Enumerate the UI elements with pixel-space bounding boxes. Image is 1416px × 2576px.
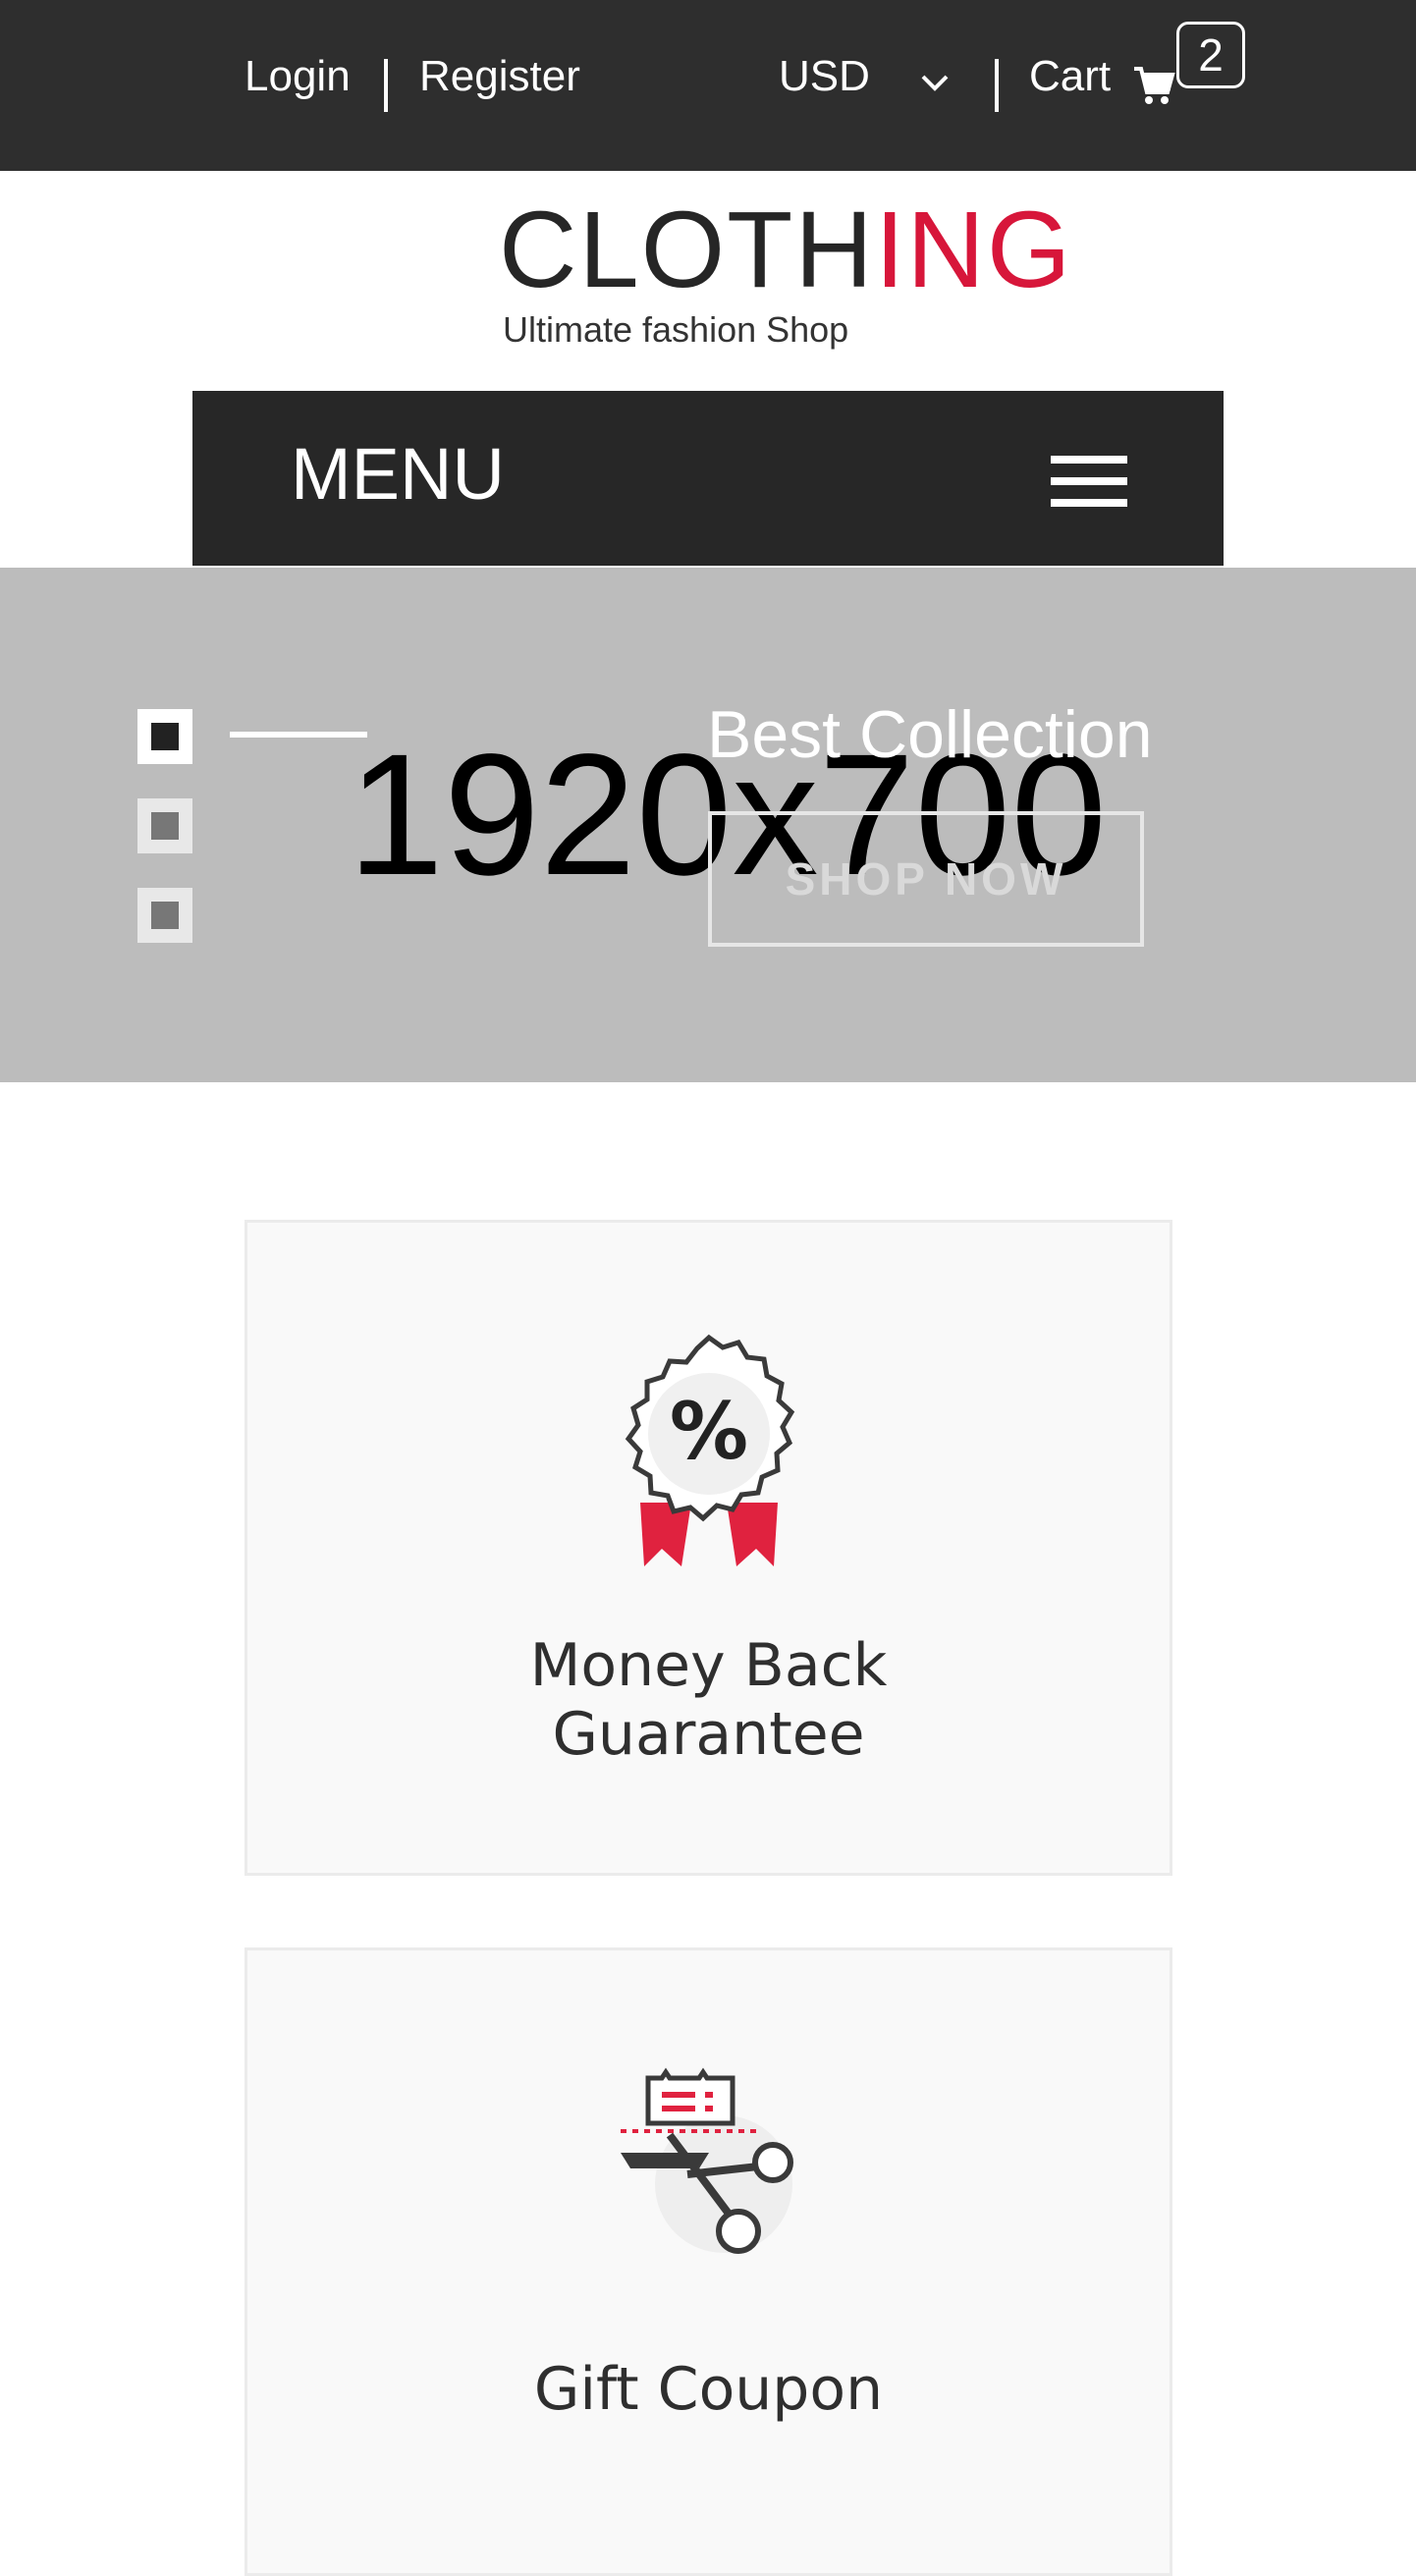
feature-card-gift-coupon: Gift Coupon — [245, 1947, 1172, 2576]
chevron-down-icon[interactable] — [919, 71, 951, 94]
slider-dot-3[interactable] — [137, 888, 192, 943]
register-link[interactable]: Register — [419, 55, 580, 98]
shop-now-button[interactable]: SHOP NOW — [708, 811, 1144, 947]
logo-tagline: Ultimate fashion Shop — [503, 309, 849, 350]
svg-text:%: % — [670, 1386, 748, 1477]
menu-label: MENU — [291, 433, 505, 515]
feature-title-line: Money Back — [529, 1631, 888, 1700]
feature-title-line: Guarantee — [552, 1700, 865, 1769]
hamburger-menu-icon[interactable] — [1051, 456, 1127, 509]
hero-divider-line — [230, 732, 367, 738]
login-link[interactable]: Login — [245, 55, 351, 98]
currency-select[interactable]: USD — [779, 55, 870, 98]
cart-link[interactable]: Cart — [1029, 55, 1111, 98]
feature-title: Gift Coupon — [533, 2355, 884, 2424]
main-menu-bar[interactable]: MENU — [192, 391, 1224, 566]
top-bar: Login Register USD Cart 2 — [0, 0, 1416, 171]
slider-dot-1[interactable] — [137, 709, 192, 764]
discount-badge-icon: % — [625, 1334, 795, 1566]
feature-title: Money Back Guarantee — [247, 1631, 1170, 1769]
logo-word-part: H — [794, 190, 875, 310]
logo-word-part: CLOT — [499, 190, 795, 310]
divider — [384, 59, 388, 112]
feature-card-money-back: % Money Back Guarantee — [245, 1220, 1172, 1876]
hero-slider: 1920x700 Best Collection SHOP NOW — [0, 568, 1416, 1082]
slider-dot-2[interactable] — [137, 798, 192, 853]
coupon-scissors-icon — [621, 2067, 793, 2254]
cart-count-badge: 2 — [1176, 22, 1245, 88]
hero-heading: Best Collection — [707, 697, 1153, 772]
site-logo[interactable]: CLOTHING Ultimate fashion Shop — [499, 196, 1070, 363]
logo-wordmark: CLOTHING — [499, 196, 1072, 304]
divider — [995, 59, 999, 112]
cart-icon[interactable] — [1132, 63, 1175, 106]
logo-word-accent: ING — [874, 190, 1073, 310]
